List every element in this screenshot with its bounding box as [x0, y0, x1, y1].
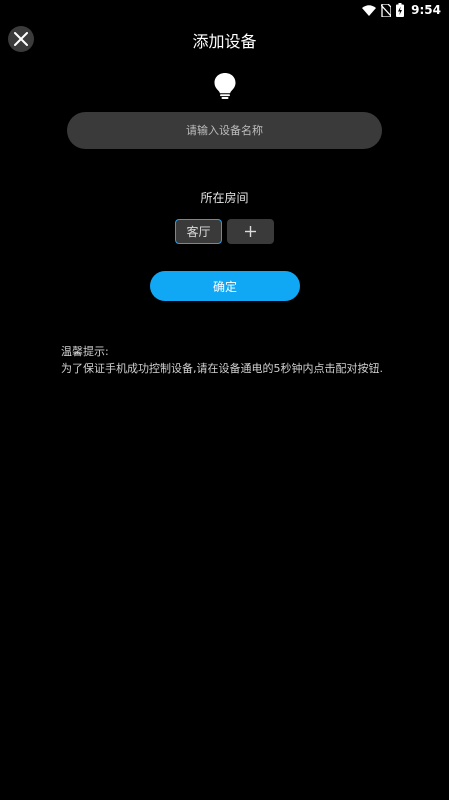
device-name-input[interactable] — [67, 112, 382, 149]
add-device-screen: 9:54 添加设备 所在房间 客厅 确定 温馨提示: 为了保证手机成功控制设备,… — [0, 0, 449, 800]
status-icons: 9:54 — [362, 2, 441, 18]
room-label: 所在房间 — [200, 191, 249, 205]
plus-icon — [245, 226, 256, 237]
page-title: 添加设备 — [192, 32, 257, 51]
status-clock: 9:54 — [411, 3, 441, 17]
no-sim-icon — [381, 3, 392, 17]
room-chip-selected[interactable]: 客厅 — [175, 219, 222, 244]
tips-block: 温馨提示: 为了保证手机成功控制设备,请在设备通电的5秒钟内点击配对按钮. — [61, 343, 431, 377]
tips-title: 温馨提示: — [61, 345, 109, 358]
tips-body: 为了保证手机成功控制设备,请在设备通电的5秒钟内点击配对按钮. — [61, 362, 383, 375]
lightbulb-icon — [214, 73, 236, 99]
wifi-icon — [362, 4, 377, 16]
battery-charging-icon — [396, 3, 405, 17]
add-room-button[interactable] — [227, 219, 274, 244]
status-bar: 9:54 — [0, 0, 449, 20]
confirm-button[interactable]: 确定 — [150, 271, 300, 301]
